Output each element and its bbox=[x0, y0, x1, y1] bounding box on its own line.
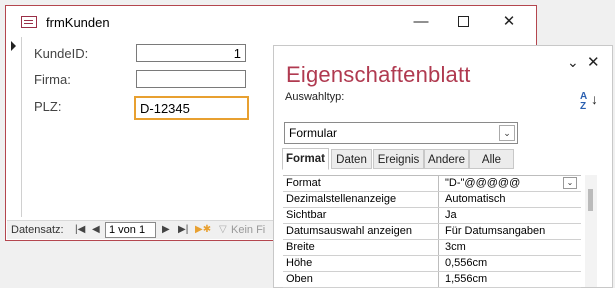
property-sheet-pane: Eigenschaftenblatt ⌄ ✕ Auswahltyp: A Z ↓ F… bbox=[273, 45, 613, 288]
form-icon bbox=[21, 16, 37, 28]
first-record-button[interactable]: |◀ bbox=[75, 222, 85, 238]
object-select[interactable]: Formular ⌄ bbox=[284, 122, 518, 144]
maximize-button[interactable] bbox=[446, 8, 480, 34]
property-name: Breite bbox=[286, 240, 439, 255]
property-row[interactable]: Höhe 0,556cm bbox=[283, 256, 581, 272]
property-row[interactable]: Format "D-"@@@@@ ⌄ bbox=[283, 176, 581, 192]
tab-alle[interactable]: Alle bbox=[469, 149, 514, 169]
record-selector[interactable] bbox=[7, 37, 22, 217]
property-name: Format bbox=[286, 176, 439, 191]
close-icon: ✕ bbox=[502, 13, 516, 30]
kunde-id-field[interactable]: 1 bbox=[136, 44, 246, 62]
property-name: Datumsauswahl anzeigen bbox=[286, 224, 439, 239]
minimize-icon: — bbox=[413, 12, 429, 30]
property-value[interactable]: Automatisch bbox=[445, 192, 506, 207]
filter-icon: ▽ bbox=[219, 224, 227, 235]
filter-status[interactable]: Kein Fi bbox=[231, 222, 265, 238]
tab-daten[interactable]: Daten bbox=[331, 149, 372, 169]
selection-type-label: Auswahltyp: bbox=[285, 91, 345, 103]
record-navigation-bar: Datensatz: |◀ ◀ 1 von 1 ▶ ▶| ▶✱ ▽ Kein F… bbox=[7, 220, 277, 239]
previous-record-button[interactable]: ◀ bbox=[92, 222, 100, 238]
firma-label: Firma: bbox=[34, 72, 71, 87]
property-row[interactable]: Oben 1,556cm bbox=[283, 272, 581, 288]
kunde-id-label: KundeID: bbox=[34, 46, 89, 61]
sort-icon[interactable]: A Z ↓ bbox=[580, 92, 598, 112]
property-name: Höhe bbox=[286, 256, 439, 271]
nav-label: Datensatz: bbox=[11, 224, 64, 236]
property-value[interactable]: 3cm bbox=[445, 240, 466, 255]
pane-close-icon[interactable]: ✕ bbox=[587, 53, 600, 71]
property-scrollbar[interactable] bbox=[585, 175, 597, 287]
plz-label: PLZ: bbox=[34, 99, 62, 114]
property-row[interactable]: Datumsauswahl anzeigen Für Datumsangaben bbox=[283, 224, 581, 240]
property-sheet-title: Eigenschaftenblatt bbox=[286, 62, 471, 87]
last-record-button[interactable]: ▶| bbox=[178, 222, 188, 238]
property-row[interactable]: Dezimalstellenanzeige Automatisch bbox=[283, 192, 581, 208]
tab-ereignis[interactable]: Ereignis bbox=[373, 149, 424, 169]
property-value[interactable]: Für Datumsangaben bbox=[445, 224, 545, 239]
property-name: Oben bbox=[286, 272, 439, 287]
object-select-value: Formular bbox=[289, 126, 338, 140]
property-name: Dezimalstellenanzeige bbox=[286, 192, 439, 207]
property-name: Sichtbar bbox=[286, 208, 439, 223]
property-row[interactable]: Breite 3cm bbox=[283, 240, 581, 256]
property-value[interactable]: Ja bbox=[445, 208, 457, 223]
maximize-icon bbox=[457, 15, 469, 27]
minimize-button[interactable]: — bbox=[404, 8, 438, 34]
property-value[interactable]: 0,556cm bbox=[445, 256, 487, 271]
property-table: Format "D-"@@@@@ ⌄ Dezimalstellenanzeige… bbox=[283, 175, 581, 288]
property-value[interactable]: 1,556cm bbox=[445, 272, 487, 287]
property-row[interactable]: Sichtbar Ja bbox=[283, 208, 581, 224]
tab-andere[interactable]: Andere bbox=[424, 149, 469, 169]
new-record-button[interactable]: ▶✱ bbox=[195, 222, 211, 238]
close-button[interactable]: ✕ bbox=[492, 8, 526, 34]
next-record-button[interactable]: ▶ bbox=[162, 222, 170, 238]
tab-format[interactable]: Format bbox=[282, 148, 329, 170]
form-title: frmKunden bbox=[46, 15, 110, 30]
chevron-down-icon[interactable]: ⌄ bbox=[499, 125, 515, 141]
chevron-down-icon[interactable]: ⌄ bbox=[563, 177, 577, 189]
property-value[interactable]: "D-"@@@@@ bbox=[445, 176, 520, 191]
current-record-icon bbox=[11, 41, 16, 51]
plz-field[interactable]: D-12345 bbox=[134, 96, 249, 120]
firma-field[interactable] bbox=[136, 70, 246, 88]
scrollbar-thumb[interactable] bbox=[588, 189, 593, 211]
pane-options-chevron-icon[interactable]: ⌄ bbox=[567, 54, 579, 71]
current-record-input[interactable]: 1 von 1 bbox=[105, 222, 156, 238]
